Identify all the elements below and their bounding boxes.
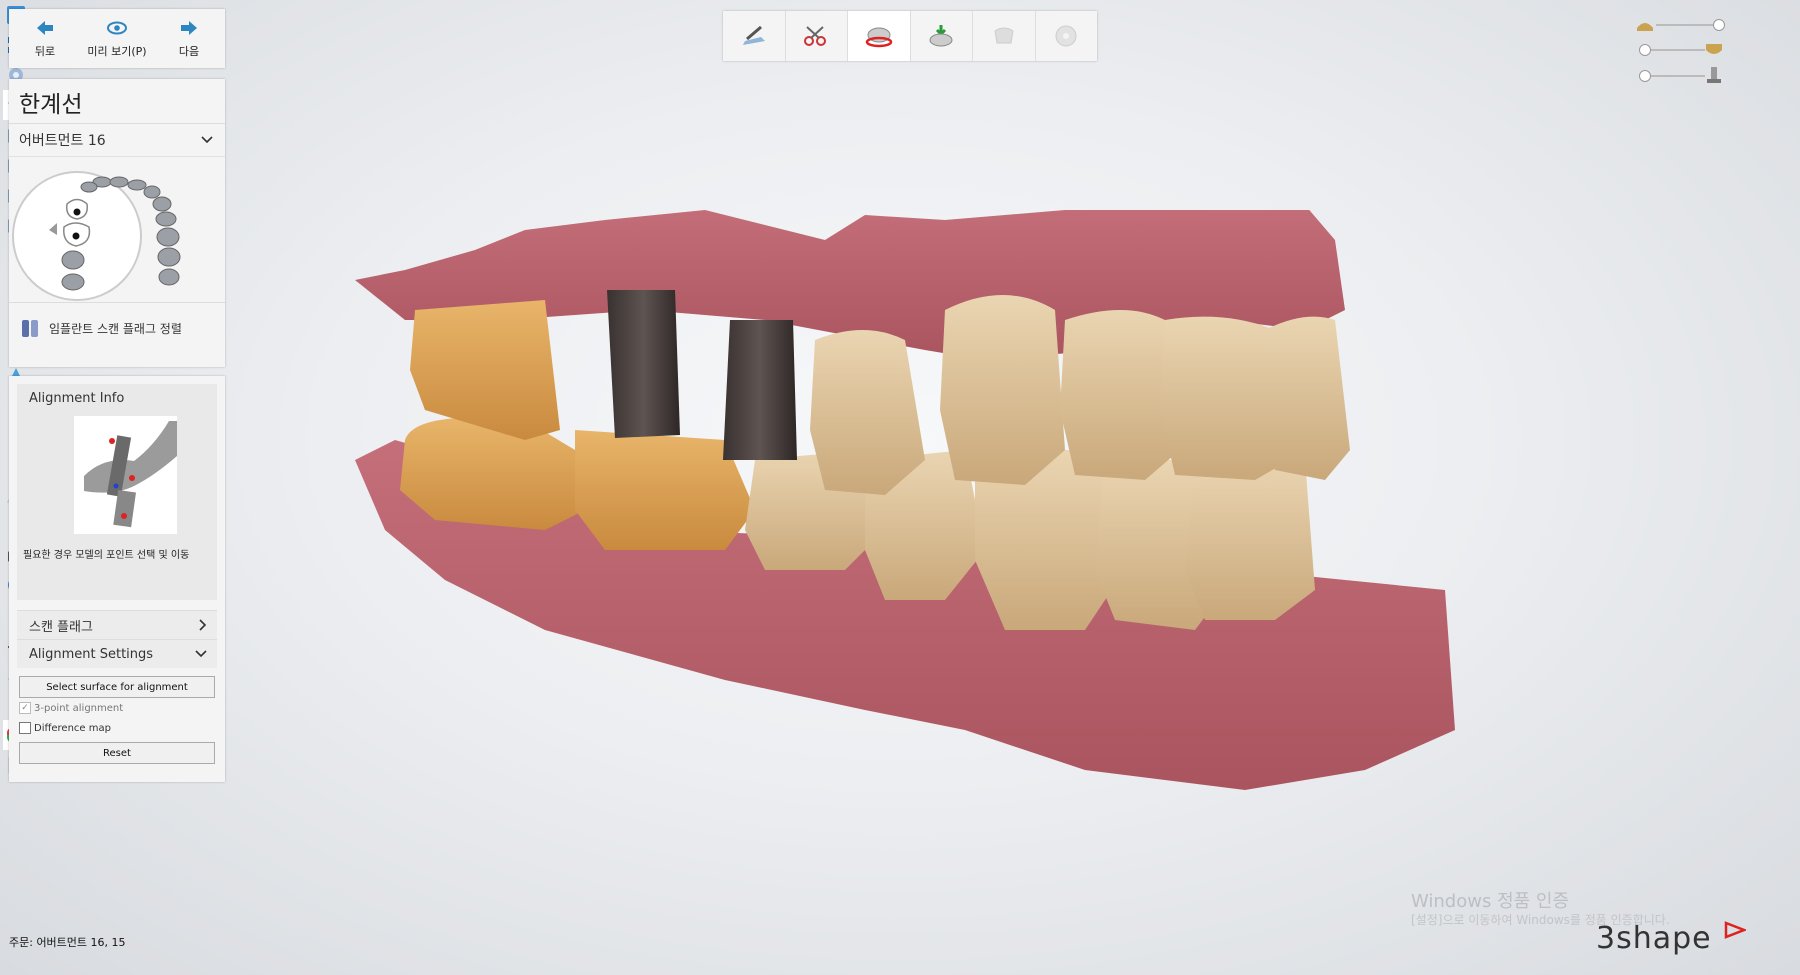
logo-triangle-icon: [1724, 921, 1748, 939]
tooth-chart[interactable]: [9, 157, 225, 302]
order-info: 주문: 어버트먼트 16, 15: [9, 936, 126, 949]
alignment-settings-label: Alignment Settings: [29, 646, 154, 662]
chevron-down-icon: [195, 650, 207, 658]
alignment-info-description: 필요한 경우 모델의 포인트 선택 및 이동: [23, 550, 190, 561]
upper-jaw-slider-knob[interactable]: [1713, 19, 1725, 31]
three-point-check-box[interactable]: ✓: [19, 702, 31, 714]
alignment-info: Alignment Info 필요한 경우 모델의 포인트 선택 및 이동: [17, 384, 217, 600]
difference-map-label: Difference map: [34, 722, 111, 734]
abutment-dropdown-value: 어버트먼트 16: [19, 133, 106, 149]
abutment-icon: [1707, 67, 1721, 83]
eye-icon: [107, 21, 127, 34]
select-surface-button[interactable]: Select surface for alignment: [19, 676, 215, 698]
navigation-bar: 뒤로 미리 보기(P) 다음: [9, 9, 225, 68]
dental-scan-model[interactable]: [345, 210, 1555, 830]
arrow-left-icon: [37, 20, 53, 35]
upper-jaw-slider[interactable]: [1656, 19, 1725, 31]
difference-map-checkbox[interactable]: Difference map: [19, 718, 215, 738]
brand-logo: 3shape: [1596, 921, 1748, 956]
scan-flag-label: 스캔 플래그: [29, 619, 93, 635]
alignment-info-header: Alignment Info: [29, 391, 125, 406]
scan-flag-section[interactable]: 스캔 플래그: [17, 610, 217, 639]
step-disc[interactable]: [1036, 11, 1098, 61]
brand-logo-text: 3shape: [1596, 921, 1712, 956]
three-point-label: 3-point alignment: [34, 702, 124, 714]
preview-label: 미리 보기(P): [87, 44, 147, 58]
preview-button[interactable]: 미리 보기(P): [81, 9, 153, 68]
back-button[interactable]: 뒤로: [9, 9, 81, 68]
alignment-settings-section[interactable]: Alignment Settings: [17, 639, 217, 668]
scan-flag-alignment-tool[interactable]: 임플란트 스캔 플래그 정렬: [9, 302, 225, 353]
abutment-dropdown[interactable]: 어버트먼트 16: [9, 124, 225, 157]
abutment-slider-knob[interactable]: [1639, 70, 1651, 82]
chevron-right-icon: [199, 619, 207, 631]
step-scan-prep[interactable]: [723, 11, 786, 61]
implant-icon: [22, 320, 38, 337]
scan-prep-icon: [742, 25, 765, 45]
next-button[interactable]: 다음: [153, 9, 225, 68]
jaw-diagram: [12, 171, 181, 301]
step-margin[interactable]: [848, 11, 911, 61]
step-insertion[interactable]: [911, 11, 973, 61]
activation-watermark-title: Windows 정품 인증: [1411, 891, 1570, 912]
step-crown[interactable]: [973, 11, 1036, 61]
chevron-down-icon: [201, 136, 213, 144]
reset-button[interactable]: Reset: [19, 742, 215, 764]
arrow-right-icon: [181, 20, 197, 35]
three-point-checkbox[interactable]: ✓ 3-point alignment: [19, 698, 215, 718]
abutment-slider[interactable]: [1639, 70, 1705, 82]
next-label: 다음: [178, 44, 200, 58]
lower-jaw-slider-knob[interactable]: [1639, 44, 1651, 56]
tool-label: 임플란트 스캔 플래그 정렬: [49, 321, 182, 336]
alignment-panel: Alignment Info 필요한 경우 모델의 포인트 선택 및 이동 스캔…: [9, 376, 225, 782]
crown-icon: [994, 27, 1014, 44]
back-label: 뒤로: [34, 44, 56, 58]
margin-icon: [865, 27, 892, 48]
difference-map-check-box[interactable]: [19, 722, 31, 734]
disc-icon: [1055, 25, 1077, 47]
trim-icon: [804, 26, 827, 46]
step-trim[interactable]: [786, 11, 848, 61]
page-title: 한계선: [9, 79, 225, 124]
alignment-preview-image: [74, 416, 177, 534]
workflow-toolbar: [723, 11, 1097, 61]
upper-jaw-icon: [1637, 23, 1653, 31]
lower-jaw-icon: [1706, 44, 1722, 54]
insertion-icon: [929, 25, 953, 47]
lower-jaw-slider[interactable]: [1639, 44, 1705, 56]
margin-panel: 한계선 어버트먼트 16 임플란트 스캔 플래그 정렬: [9, 79, 225, 367]
